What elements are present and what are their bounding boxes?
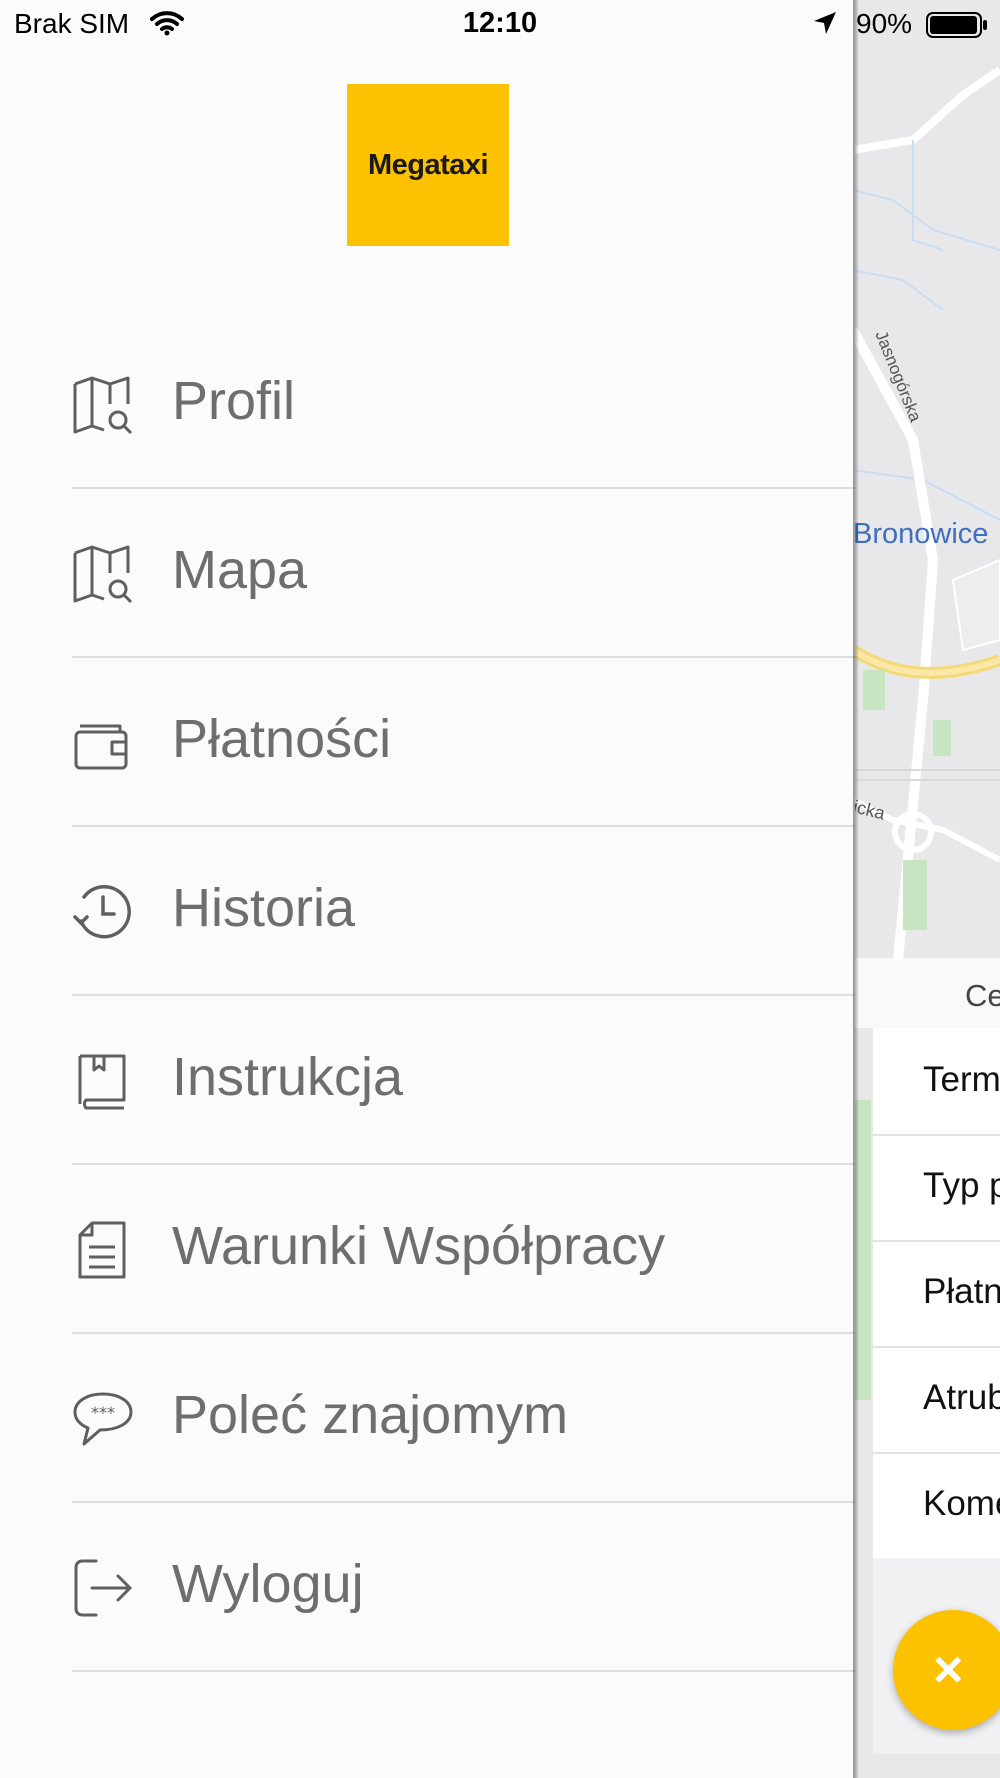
map-search-icon (72, 543, 134, 605)
order-row-label: Płatn (923, 1272, 1000, 1311)
order-row-label: Kome (923, 1484, 1000, 1523)
menu-item-label: Profil (172, 371, 296, 431)
navigation-drawer: Megataxi Profil Mapa Płatności Historia … (0, 0, 855, 1778)
menu-item-wyloguj[interactable]: Wyloguj (0, 1503, 855, 1672)
menu-item-label: Historia (172, 878, 356, 938)
map-place-label: Bronowice (853, 518, 989, 550)
order-row-comment[interactable]: Kome (873, 1452, 1000, 1560)
megataxi-logo: Megataxi (347, 84, 509, 246)
drawer-shadow (853, 0, 859, 1778)
order-row-label: Term (923, 1060, 1000, 1099)
close-icon: × (933, 1641, 964, 1699)
order-row-label: Typ p (923, 1166, 1000, 1205)
order-row-label: Atrub (923, 1378, 1000, 1417)
logo-text: Megataxi (367, 148, 489, 181)
menu-item-label: Płatności (172, 709, 392, 769)
logout-icon (72, 1557, 134, 1619)
battery-icon (926, 12, 988, 43)
map-view[interactable]: Jasnogórska Bronowice icka Ce Term Typ p… (853, 0, 1000, 1778)
menu-item-label: Wyloguj (172, 1554, 364, 1614)
menu-item-label: Mapa (172, 540, 308, 600)
clock: 12:10 (462, 7, 538, 39)
drawer-menu: Profil Mapa Płatności Historia Instrukcj… (0, 320, 855, 1672)
order-row-type[interactable]: Typ p (873, 1134, 1000, 1242)
map-center-label: Ce (965, 978, 1000, 1013)
chat-bubble-icon: *** (72, 1388, 134, 1450)
menu-item-platnosci[interactable]: Płatności (0, 658, 855, 827)
svg-text:***: *** (91, 1403, 115, 1422)
menu-item-historia[interactable]: Historia (0, 827, 855, 996)
menu-item-polec[interactable]: *** Poleć znajomym (0, 1334, 855, 1503)
battery-percent: 90% (856, 8, 913, 39)
menu-item-label: Instrukcja (172, 1047, 404, 1107)
menu-item-label: Warunki Współpracy (172, 1216, 666, 1276)
status-bar: Brak SIM 12:10 90% (0, 0, 1000, 50)
order-row-term[interactable]: Term (873, 1028, 1000, 1136)
menu-item-warunki[interactable]: Warunki Współpracy (0, 1165, 855, 1334)
menu-item-instrukcja[interactable]: Instrukcja (0, 996, 855, 1165)
order-row-attributes[interactable]: Atrub (873, 1346, 1000, 1454)
wallet-icon (72, 712, 134, 774)
history-clock-icon (72, 881, 134, 943)
location-arrow-icon (812, 10, 838, 41)
menu-divider (72, 1670, 855, 1672)
menu-item-label: Poleć znajomym (172, 1385, 569, 1445)
menu-item-mapa[interactable]: Mapa (0, 489, 855, 658)
menu-item-profil[interactable]: Profil (0, 320, 855, 489)
map-search-icon (72, 374, 134, 436)
order-row-payment[interactable]: Płatn (873, 1240, 1000, 1348)
book-icon (72, 1050, 134, 1112)
document-icon (72, 1219, 134, 1281)
